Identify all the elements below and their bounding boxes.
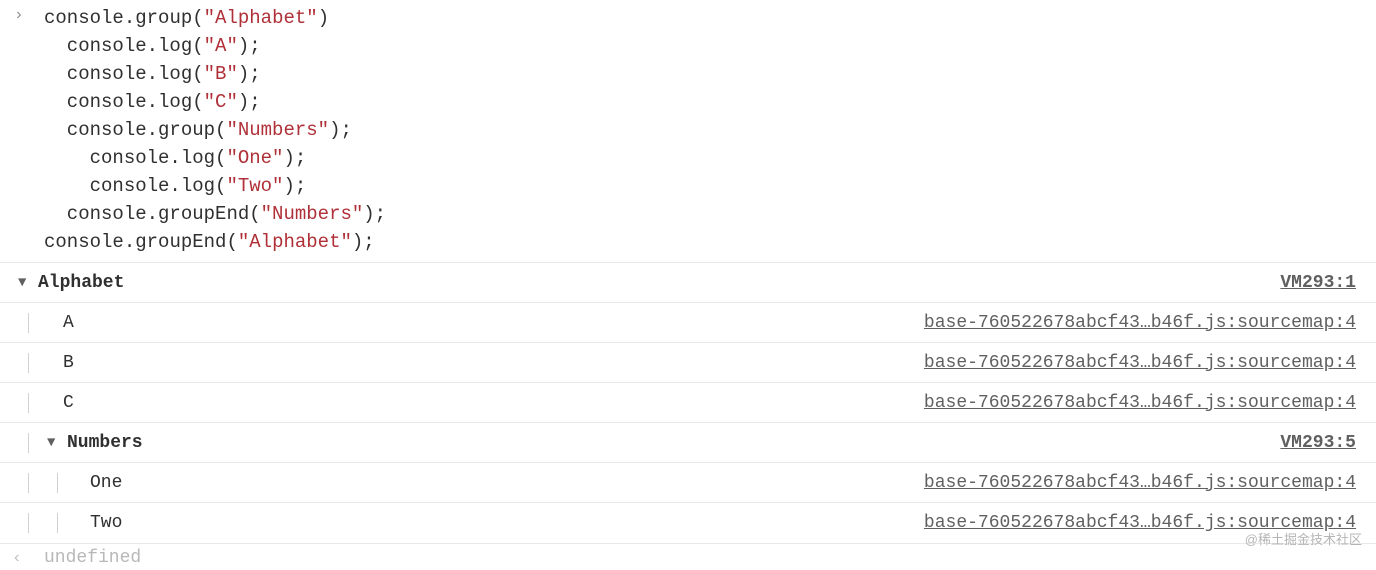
source-link[interactable]: VM293:5 xyxy=(1280,433,1356,453)
watermark-text: @稀土掘金技术社区 xyxy=(1245,529,1362,548)
group-label: Numbers xyxy=(63,433,143,453)
log-row-a: A base-760522678abcf43…b46f.js:sourcemap… xyxy=(0,303,1376,343)
source-link[interactable]: base-760522678abcf43…b46f.js:sourcemap:4 xyxy=(924,393,1356,413)
indent-guide xyxy=(28,473,29,493)
log-text: C xyxy=(59,393,74,413)
input-prompt-icon: › xyxy=(0,4,34,256)
source-link[interactable]: base-760522678abcf43…b46f.js:sourcemap:4 xyxy=(924,353,1356,373)
log-text: One xyxy=(86,473,122,493)
source-link[interactable]: base-760522678abcf43…b46f.js:sourcemap:4 xyxy=(924,313,1356,333)
log-row-two: Two base-760522678abcf43…b46f.js:sourcem… xyxy=(0,503,1376,543)
log-text: A xyxy=(59,313,74,333)
indent-guide xyxy=(28,513,29,533)
devtools-console: › console.group("Alphabet") console.log(… xyxy=(0,0,1376,568)
source-link[interactable]: base-760522678abcf43…b46f.js:sourcemap:4 xyxy=(924,473,1356,493)
console-input-row[interactable]: › console.group("Alphabet") console.log(… xyxy=(0,0,1376,263)
return-prompt-icon: ‹ xyxy=(0,549,34,567)
group-label: Alphabet xyxy=(34,273,124,293)
log-row-b: B base-760522678abcf43…b46f.js:sourcemap… xyxy=(0,343,1376,383)
return-value-row: ‹ undefined xyxy=(0,543,1376,568)
console-input-code[interactable]: console.group("Alphabet") console.log("A… xyxy=(34,4,386,256)
log-row-c: C base-760522678abcf43…b46f.js:sourcemap… xyxy=(0,383,1376,423)
log-row-one: One base-760522678abcf43…b46f.js:sourcem… xyxy=(0,463,1376,503)
group-numbers-header[interactable]: ▼ Numbers VM293:5 xyxy=(0,423,1376,463)
disclosure-triangle-icon[interactable]: ▼ xyxy=(14,275,34,291)
disclosure-triangle-icon[interactable]: ▼ xyxy=(43,435,63,451)
group-alphabet-header[interactable]: ▼ Alphabet VM293:1 xyxy=(0,263,1376,303)
return-value-text: undefined xyxy=(34,548,141,568)
source-link[interactable]: VM293:1 xyxy=(1280,273,1356,293)
log-text: Two xyxy=(86,513,122,533)
log-text: B xyxy=(59,353,74,373)
